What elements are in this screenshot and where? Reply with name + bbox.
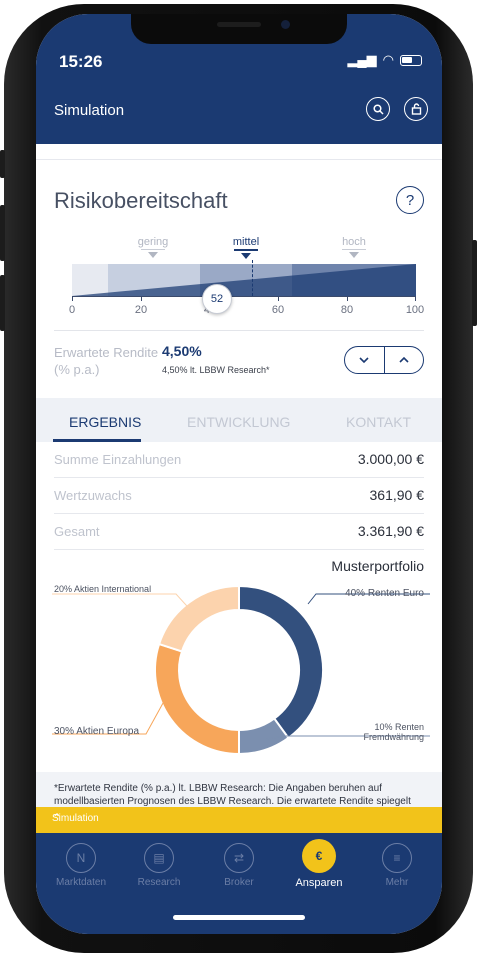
- return-stepper: [344, 346, 424, 374]
- donut-slice-0: [238, 584, 324, 740]
- axis-label: 80: [340, 304, 354, 316]
- result-row: Wertzuwachs 361,90 €: [54, 478, 424, 514]
- volume-up-button: [0, 205, 5, 261]
- axis-tick: [347, 296, 348, 301]
- nav-label: Broker: [224, 877, 254, 888]
- menu-icon: ≡: [382, 843, 412, 873]
- speaker: [217, 22, 261, 27]
- nav-label: Mehr: [385, 877, 409, 888]
- axis-label: 20: [134, 304, 148, 316]
- callout-aktien-europa: 30% Aktien Europa: [54, 726, 140, 737]
- home-indicator: [173, 915, 305, 920]
- signal-icon: ▂▄▆: [347, 52, 377, 67]
- savings-icon: €: [302, 839, 336, 873]
- chevron-up-icon: [399, 356, 409, 363]
- main-content: Risikobereitschaft ? gering mittel hoch: [36, 144, 442, 824]
- callout-line-aktien-intl: [52, 593, 197, 617]
- divider: [54, 330, 424, 331]
- slider-knob[interactable]: 52: [202, 284, 232, 314]
- nav-label: Ansparen: [295, 877, 343, 889]
- donut-slice-3: [157, 584, 240, 653]
- top-divider: [36, 144, 442, 160]
- document-icon: ▤: [144, 843, 174, 873]
- result-value: 3.000,00 €: [357, 451, 424, 467]
- axis-label: 100: [405, 304, 425, 316]
- battery-icon: [400, 54, 422, 66]
- slider-wedge: [72, 264, 416, 296]
- portfolio-donut-chart: [52, 584, 430, 756]
- status-time: 15:26: [59, 52, 103, 71]
- nav-marktdaten[interactable]: N Marktdaten: [46, 843, 116, 888]
- tier-line: [342, 249, 366, 250]
- tab-kontakt[interactable]: KONTAKT: [346, 414, 411, 430]
- return-source: 4,50% lt. LBBW Research*: [162, 365, 270, 375]
- nav-label: Research: [137, 877, 181, 888]
- exchange-icon: ⇄: [224, 843, 254, 873]
- slider-value-line: [252, 260, 253, 296]
- chart-title: Musterportfolio: [331, 558, 424, 574]
- chevron-up-icon: ⌃: [52, 811, 63, 825]
- tab-ergebnis[interactable]: ERGEBNIS: [69, 414, 141, 430]
- status-icons: ▂▄▆ ◠: [347, 52, 422, 68]
- tier-line: [234, 249, 258, 251]
- result-label: Wertzuwachs: [54, 488, 132, 503]
- notch: [131, 14, 347, 44]
- decrease-button[interactable]: [345, 347, 385, 373]
- tier-marker: [349, 252, 359, 258]
- bottom-nav: N Marktdaten ▤ Research ⇄ Broker € Anspa…: [36, 833, 442, 934]
- nav-label: Marktdaten: [55, 877, 107, 888]
- search-icon[interactable]: [366, 97, 390, 121]
- result-value: 361,90 €: [369, 487, 425, 503]
- tier-label: gering: [137, 236, 169, 248]
- result-tabs: ERGEBNIS ENTWICKLUNG KONTAKT: [36, 398, 442, 442]
- lock-icon[interactable]: [404, 97, 428, 121]
- result-row: Gesamt 3.361,90 €: [54, 514, 424, 550]
- result-label: Summe Einzahlungen: [54, 452, 182, 467]
- tier-label: mittel: [232, 236, 260, 248]
- tier-gering[interactable]: gering: [123, 236, 183, 258]
- tier-marker: [148, 252, 158, 258]
- tier-label: hoch: [342, 236, 366, 248]
- return-value: 4,50%: [162, 343, 202, 359]
- callout-renten-euro: 40% Renten Euro: [345, 588, 424, 599]
- front-camera: [281, 20, 290, 29]
- chevron-down-icon: [359, 357, 369, 364]
- tier-line: [141, 249, 165, 250]
- power-button: [472, 240, 477, 326]
- axis-tick: [415, 296, 416, 301]
- nav-ansparen[interactable]: € Ansparen: [284, 839, 354, 889]
- risk-slider[interactable]: [72, 260, 416, 296]
- callout-renten-fremd: 10% Renten Fremdwährung: [363, 722, 424, 742]
- wifi-icon: ◠: [382, 52, 394, 67]
- return-label: Erwartete Rendite (% p.a.): [54, 345, 159, 377]
- donut-slice-2: [154, 642, 240, 756]
- simulation-bar[interactable]: Simulation ⌃: [36, 807, 442, 833]
- nav-research[interactable]: ▤ Research: [124, 843, 194, 888]
- tier-mittel[interactable]: mittel: [216, 236, 276, 259]
- chart-icon: N: [66, 843, 96, 873]
- help-button[interactable]: ?: [396, 186, 424, 214]
- increase-button[interactable]: [385, 347, 424, 373]
- tab-entwicklung[interactable]: ENTWICKLUNG: [187, 414, 290, 430]
- callout-aktien-intl: 20% Aktien International: [54, 584, 152, 594]
- screen: 15:26 ▂▄▆ ◠ Simulation Risikobereitschaf…: [36, 14, 442, 934]
- nav-mehr[interactable]: ≡ Mehr: [362, 843, 432, 888]
- tier-hoch[interactable]: hoch: [324, 236, 384, 258]
- axis-tick: [72, 296, 73, 301]
- axis-label: 0: [68, 304, 76, 316]
- result-label: Gesamt: [54, 524, 100, 539]
- risk-title: Risikobereitschaft: [54, 188, 228, 213]
- volume-down-button: [0, 275, 5, 331]
- axis-tick: [141, 296, 142, 301]
- axis-tick: [278, 296, 279, 301]
- tier-marker: [241, 253, 251, 259]
- page-title: Simulation: [54, 102, 125, 119]
- axis-label: 60: [271, 304, 285, 316]
- result-value: 3.361,90 €: [357, 523, 424, 539]
- nav-broker[interactable]: ⇄ Broker: [204, 843, 274, 888]
- slider-axis: [72, 296, 416, 297]
- mute-switch: [0, 150, 5, 178]
- result-row: Summe Einzahlungen 3.000,00 €: [54, 442, 424, 478]
